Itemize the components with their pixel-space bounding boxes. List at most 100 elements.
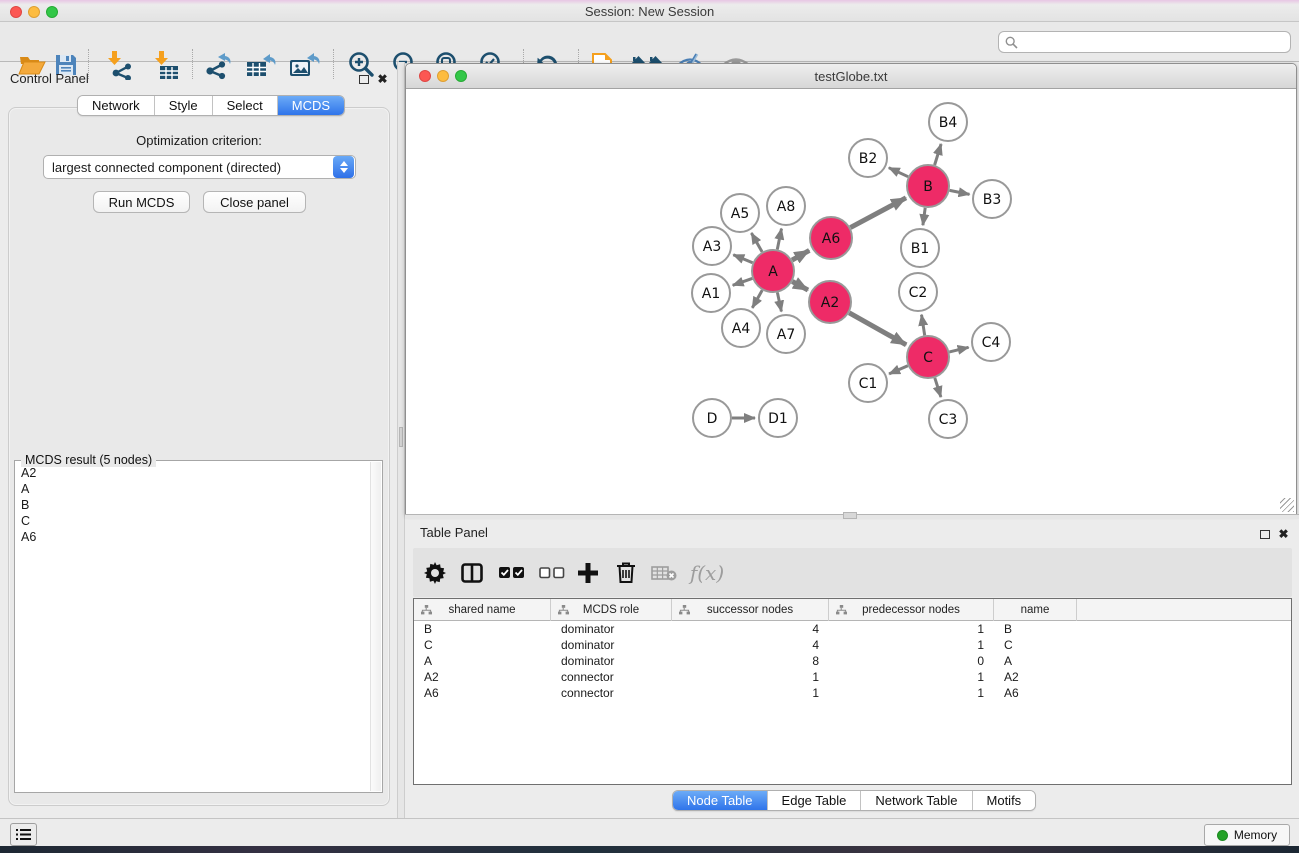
close-panel-button[interactable]: Close panel — [203, 191, 306, 213]
table-cell[interactable]: dominator — [551, 638, 672, 652]
edge-A-A2[interactable] — [792, 282, 808, 291]
node-B[interactable]: B — [907, 165, 949, 207]
mcds-result-list[interactable]: A2ABCA6 — [15, 465, 370, 792]
node-A8[interactable]: A8 — [767, 187, 805, 225]
node-B3[interactable]: B3 — [973, 180, 1011, 218]
add-column-icon[interactable] — [571, 556, 605, 590]
edge-A-A5[interactable] — [751, 233, 762, 252]
import-network-icon[interactable] — [104, 48, 138, 82]
run-mcds-button[interactable]: Run MCDS — [93, 191, 190, 213]
edge-A-A8[interactable] — [777, 229, 781, 250]
table-cell[interactable]: connector — [551, 670, 672, 684]
node-C2[interactable]: C2 — [899, 273, 937, 311]
tab-select[interactable]: Select — [213, 96, 278, 115]
node-A4[interactable]: A4 — [722, 309, 760, 347]
result-scrollbar[interactable] — [370, 462, 381, 791]
table-cell[interactable]: 8 — [672, 654, 829, 668]
edge-C-C3[interactable] — [935, 378, 941, 397]
edge-A-A4[interactable] — [752, 290, 762, 308]
edge-C-C4[interactable] — [949, 347, 968, 352]
node-A6[interactable]: A6 — [810, 217, 852, 259]
tab-mcds[interactable]: MCDS — [278, 96, 344, 115]
memory-button[interactable]: Memory — [1204, 824, 1290, 846]
table-cell[interactable]: 1 — [672, 670, 829, 684]
task-history-button[interactable] — [10, 823, 37, 846]
tab-node-table[interactable]: Node Table — [673, 791, 768, 810]
export-table-icon[interactable] — [244, 48, 278, 82]
table-row[interactable]: Bdominator41B — [414, 621, 1291, 637]
node-B4[interactable]: B4 — [929, 103, 967, 141]
search-input[interactable] — [1022, 35, 1290, 49]
edge-C-C1[interactable] — [889, 366, 908, 374]
export-network-icon[interactable] — [202, 48, 236, 82]
table-cell[interactable]: A6 — [414, 686, 551, 700]
resize-grip-icon[interactable] — [1280, 498, 1294, 512]
mcds-result-item[interactable]: A6 — [21, 529, 370, 545]
table-cell[interactable]: A2 — [414, 670, 551, 684]
mcds-result-item[interactable]: A2 — [21, 465, 370, 481]
table-cell[interactable]: B — [414, 622, 551, 636]
vertical-splitter[interactable] — [397, 62, 405, 818]
node-C4[interactable]: C4 — [972, 323, 1010, 361]
node-B1[interactable]: B1 — [901, 229, 939, 267]
export-image-icon[interactable] — [287, 48, 321, 82]
table-cell[interactable]: A — [414, 654, 551, 668]
close-table-panel-icon[interactable]: ✖ — [1277, 527, 1290, 540]
node-C1[interactable]: C1 — [849, 364, 887, 402]
table-cell[interactable]: dominator — [551, 654, 672, 668]
close-panel-icon[interactable]: ✖ — [376, 72, 389, 85]
table-cell[interactable]: 1 — [829, 638, 994, 652]
table-cell[interactable]: 1 — [672, 686, 829, 700]
table-row[interactable]: A6connector11A6 — [414, 685, 1291, 701]
tab-style[interactable]: Style — [155, 96, 213, 115]
tab-network-table[interactable]: Network Table — [861, 791, 972, 810]
node-A1[interactable]: A1 — [692, 274, 730, 312]
table-row[interactable]: A2connector11A2 — [414, 669, 1291, 685]
select-all-icon[interactable] — [495, 556, 529, 590]
mcds-result-item[interactable]: C — [21, 513, 370, 529]
mcds-result-item[interactable]: B — [21, 497, 370, 513]
table-cell[interactable]: 1 — [829, 622, 994, 636]
edge-B-B1[interactable] — [923, 208, 925, 225]
table-row[interactable]: Adominator80A — [414, 653, 1291, 669]
column-header-shared-name[interactable]: shared name — [414, 599, 551, 621]
tab-edge-table[interactable]: Edge Table — [768, 791, 862, 810]
search-field[interactable] — [998, 31, 1291, 53]
network-window-titlebar[interactable]: testGlobe.txt — [406, 64, 1296, 89]
table-cell[interactable]: A — [994, 654, 1077, 668]
table-cell[interactable]: 1 — [829, 670, 994, 684]
edge-A-A3[interactable] — [733, 255, 752, 263]
network-graph[interactable]: B4B2BB3A8A5A6A3B1AC2A1A2A4A7C4CC1DD1C3 — [406, 89, 1296, 514]
column-header-MCDS-role[interactable]: MCDS role — [551, 599, 672, 621]
node-A2[interactable]: A2 — [809, 281, 851, 323]
table-cell[interactable]: B — [994, 622, 1077, 636]
edge-A-A6[interactable] — [792, 250, 809, 260]
horizontal-splitter[interactable] — [405, 514, 1299, 519]
edge-A-A7[interactable] — [777, 293, 781, 312]
edge-A6-B[interactable] — [850, 198, 906, 228]
node-C3[interactable]: C3 — [929, 400, 967, 438]
float-panel-button[interactable] — [357, 73, 370, 86]
tab-network[interactable]: Network — [78, 96, 155, 115]
table-cell[interactable]: 1 — [829, 686, 994, 700]
mcds-result-item[interactable]: A — [21, 481, 370, 497]
table-cell[interactable]: connector — [551, 686, 672, 700]
node-A5[interactable]: A5 — [721, 194, 759, 232]
edge-B-B2[interactable] — [889, 168, 908, 177]
edge-C-C2[interactable] — [922, 315, 925, 336]
optimization-criterion-dropdown[interactable]: largest connected component (directed) — [43, 155, 356, 179]
splitter-handle[interactable] — [399, 427, 403, 447]
table-cell[interactable]: 0 — [829, 654, 994, 668]
float-table-panel-button[interactable] — [1258, 528, 1271, 541]
delete-icon[interactable] — [609, 556, 643, 590]
table-cell[interactable]: C — [414, 638, 551, 652]
table-cell[interactable]: 4 — [672, 638, 829, 652]
table-row[interactable]: Cdominator41C — [414, 637, 1291, 653]
node-A7[interactable]: A7 — [767, 315, 805, 353]
edge-B-B4[interactable] — [935, 144, 942, 165]
settings-gear-icon[interactable] — [418, 556, 452, 590]
edge-B-B3[interactable] — [950, 190, 970, 194]
node-A[interactable]: A — [752, 250, 794, 292]
node-C[interactable]: C — [907, 336, 949, 378]
splitter-handle[interactable] — [843, 512, 857, 519]
